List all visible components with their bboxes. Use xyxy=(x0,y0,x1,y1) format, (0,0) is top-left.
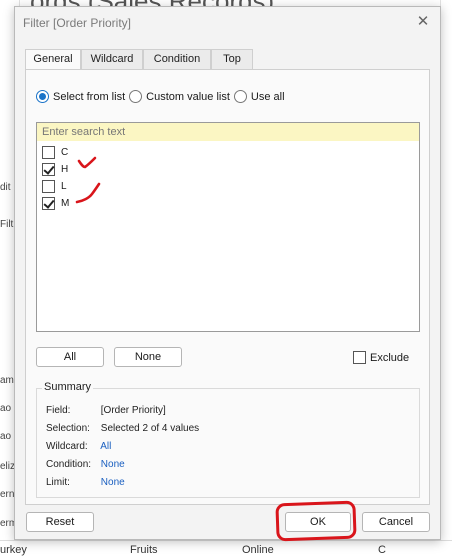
summary-key: Field: xyxy=(46,405,71,416)
annotation-checkmark xyxy=(77,156,97,169)
dialog-titlebar[interactable]: Filter [Order Priority] ✕ xyxy=(15,7,440,37)
values-listbox[interactable]: C H L M xyxy=(36,122,420,332)
summary-title: Summary xyxy=(42,381,94,393)
list-item[interactable]: M xyxy=(42,195,69,212)
cancel-button[interactable]: Cancel xyxy=(362,512,430,532)
exclude-checkbox[interactable] xyxy=(353,351,366,364)
selection-mode-group: Select from list Custom value list Use a… xyxy=(36,90,289,103)
background-fragment: ern xyxy=(0,489,15,500)
tab-wildcard[interactable]: Wildcard xyxy=(81,49,143,69)
radio-label: Custom value list xyxy=(146,90,230,103)
radio-button[interactable] xyxy=(233,90,247,103)
background-cell: urkey xyxy=(0,544,27,556)
summary-value: Selected 2 of 4 values xyxy=(100,423,200,434)
summary-value[interactable]: All xyxy=(100,441,111,452)
summary-group: Summary Field: [Order Priority] Selectio… xyxy=(36,381,420,498)
background-fragment: Filt xyxy=(0,219,14,230)
radio-custom-value-list[interactable]: Custom value list xyxy=(129,90,230,103)
exclude-label: Exclude xyxy=(370,351,410,364)
list-item-label: C xyxy=(61,147,69,158)
reset-button[interactable]: Reset xyxy=(26,512,94,532)
summary-value: [Order Priority] xyxy=(100,405,166,416)
background-fragment: ao xyxy=(0,403,12,414)
summary-row-selection: Selection: Selected 2 of 4 values xyxy=(46,423,199,434)
radio-use-all[interactable]: Use all xyxy=(233,90,285,103)
list-item-label: L xyxy=(61,181,67,192)
checkbox[interactable] xyxy=(42,180,55,193)
exclude-option[interactable]: Exclude xyxy=(353,351,409,364)
summary-key: Condition: xyxy=(46,459,92,470)
close-icon[interactable]: ✕ xyxy=(412,12,434,32)
summary-row-limit: Limit: None xyxy=(46,477,125,488)
summary-row-wildcard: Wildcard: All xyxy=(46,441,111,452)
annotation-circle xyxy=(275,500,357,542)
all-button[interactable]: All xyxy=(36,347,104,367)
summary-row-field: Field: [Order Priority] xyxy=(46,405,166,416)
filter-dialog: Filter [Order Priority] ✕ General Wildca… xyxy=(14,6,441,540)
list-item-label: M xyxy=(61,198,70,209)
summary-value[interactable]: None xyxy=(101,459,125,470)
tab-top[interactable]: Top xyxy=(211,49,253,69)
background-fragment: am xyxy=(0,375,14,386)
summary-key: Selection: xyxy=(46,423,90,434)
radio-label: Select from list xyxy=(53,90,126,103)
none-button[interactable]: None xyxy=(114,347,182,367)
dialog-title: Filter [Order Priority] xyxy=(23,16,132,30)
background-cell: C xyxy=(378,544,386,556)
list-item[interactable]: C xyxy=(42,144,69,161)
background-sheet-right xyxy=(440,0,452,556)
general-panel: Select from list Custom value list Use a… xyxy=(25,69,430,505)
summary-key: Limit: xyxy=(46,477,70,488)
values-list: C H L M xyxy=(42,144,69,212)
summary-value[interactable]: None xyxy=(101,477,125,488)
background-cell: Online xyxy=(242,544,274,556)
radio-button[interactable] xyxy=(36,90,49,103)
list-item-label: H xyxy=(61,164,69,175)
background-table-row: urkey Fruits Online C xyxy=(0,540,452,556)
checkbox[interactable] xyxy=(42,146,55,159)
list-item[interactable]: H xyxy=(42,161,69,178)
tab-general[interactable]: General xyxy=(25,49,81,70)
checkbox[interactable] xyxy=(42,163,55,176)
radio-button[interactable] xyxy=(129,90,143,103)
background-cell: Fruits xyxy=(130,544,158,556)
radio-select-from-list[interactable]: Select from list xyxy=(36,90,125,103)
annotation-checkmark xyxy=(75,182,101,204)
tab-condition[interactable]: Condition xyxy=(143,49,211,69)
checkbox[interactable] xyxy=(42,197,55,210)
summary-row-condition: Condition: None xyxy=(46,459,125,470)
list-item[interactable]: L xyxy=(42,178,69,195)
radio-label: Use all xyxy=(250,90,285,103)
background-fragment: dit xyxy=(0,182,11,193)
summary-key: Wildcard: xyxy=(46,441,88,452)
background-fragment: eliz xyxy=(0,461,16,472)
search-input[interactable] xyxy=(37,123,419,141)
background-fragment: ao xyxy=(0,431,12,442)
